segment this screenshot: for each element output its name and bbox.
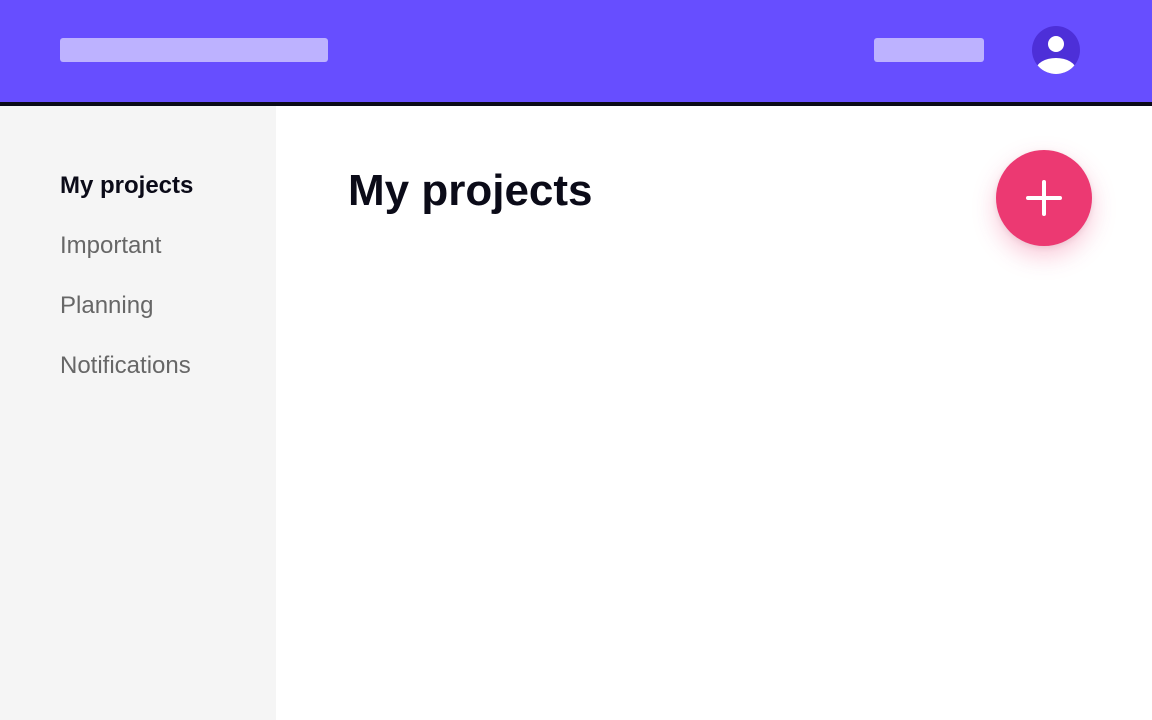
add-project-button[interactable] (996, 150, 1092, 246)
header-link-placeholder[interactable] (874, 38, 984, 62)
sidebar-item-notifications[interactable]: Notifications (60, 352, 191, 380)
brand-placeholder[interactable] (60, 38, 328, 62)
page-title: My projects (348, 166, 593, 215)
main-content: My projects (276, 106, 1152, 720)
sidebar-item-important[interactable]: Important (60, 232, 161, 260)
sidebar: My projects Important Planning Notificat… (0, 106, 276, 720)
sidebar-item-my-projects[interactable]: My projects (60, 172, 193, 200)
sidebar-item-planning[interactable]: Planning (60, 292, 153, 320)
top-header (0, 0, 1152, 106)
avatar-button[interactable] (1032, 26, 1080, 74)
plus-icon (1026, 180, 1062, 216)
user-avatar-icon (1036, 36, 1076, 74)
app-window: My projects Important Planning Notificat… (0, 0, 1152, 720)
